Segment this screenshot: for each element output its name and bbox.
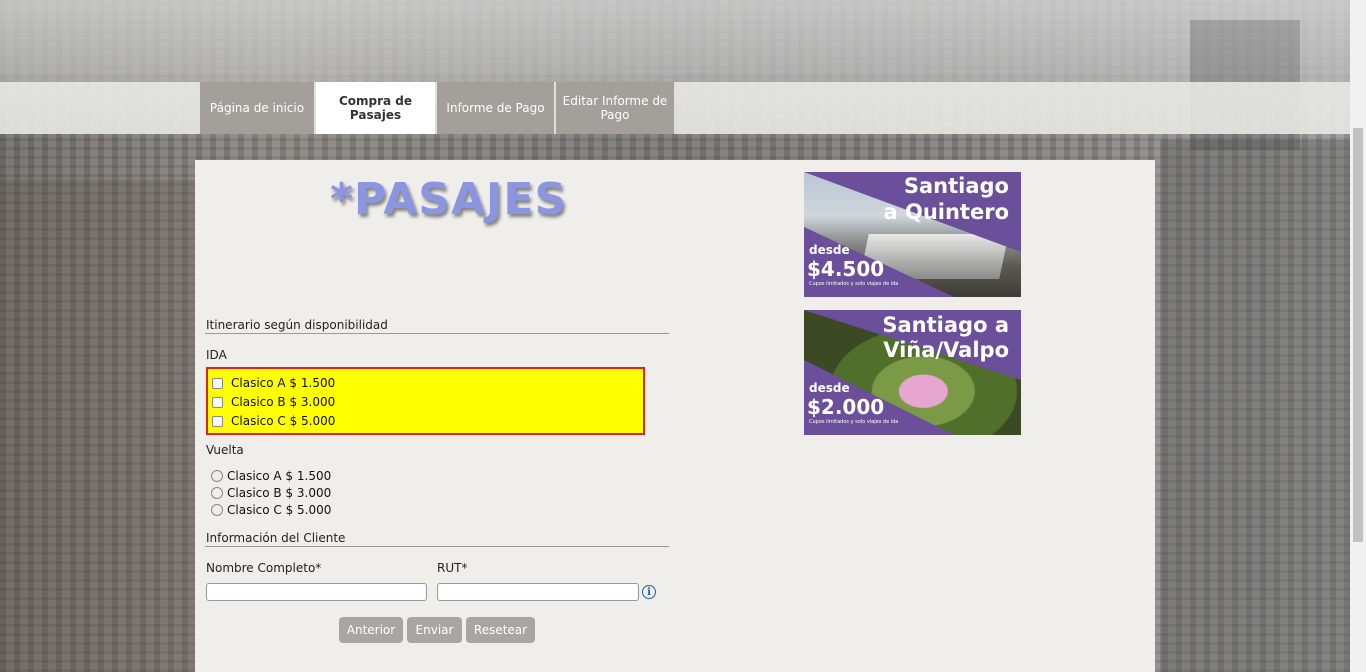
ida-option-b[interactable]: Clasico B $ 3.000 bbox=[212, 395, 335, 409]
section-divider bbox=[205, 546, 669, 547]
banner-desde: desde bbox=[809, 243, 850, 257]
resetear-button[interactable]: Resetear bbox=[466, 617, 535, 643]
option-label: Clasico B $ 3.000 bbox=[231, 395, 336, 409]
checkbox[interactable] bbox=[212, 415, 223, 427]
rut-label: RUT* bbox=[437, 561, 468, 575]
banner-fine-print: Cupos limitados y solo viajes de ida bbox=[809, 281, 899, 287]
background-building bbox=[1160, 140, 1350, 672]
vuelta-option-b[interactable]: Clasico B $ 3.000 bbox=[211, 486, 331, 500]
banner-title-line2: Viña/Valpo bbox=[883, 338, 1009, 362]
vuelta-option-a[interactable]: Clasico A $ 1.500 bbox=[211, 469, 331, 483]
banner-desde: desde bbox=[809, 381, 850, 395]
banner-title-line1: Santiago a bbox=[882, 313, 1009, 337]
option-label: Clasico C $ 5.000 bbox=[231, 414, 336, 428]
info-icon[interactable]: i bbox=[642, 585, 656, 599]
ida-option-a[interactable]: Clasico A $ 1.500 bbox=[212, 376, 335, 390]
option-label: Clasico C $ 5.000 bbox=[227, 503, 332, 517]
banner-title-line1: Santiago bbox=[903, 174, 1009, 198]
client-heading: Información del Cliente bbox=[206, 531, 346, 545]
radio-button[interactable] bbox=[211, 470, 223, 482]
banner-fine-print: Cupos limitados y solo viajes de ida bbox=[809, 419, 899, 425]
name-input[interactable] bbox=[206, 583, 427, 601]
page-scrollbar[interactable] bbox=[1350, 0, 1366, 672]
checkbox[interactable] bbox=[212, 396, 223, 408]
banner-title-line2: a Quintero bbox=[883, 200, 1010, 224]
anterior-button[interactable]: Anterior bbox=[339, 617, 403, 643]
vuelta-option-c[interactable]: Clasico C $ 5.000 bbox=[211, 503, 331, 517]
vuelta-label: Vuelta bbox=[206, 443, 244, 457]
banner-price: $2.000 bbox=[807, 395, 885, 419]
ida-option-c[interactable]: Clasico C $ 5.000 bbox=[212, 414, 335, 428]
main-nav: Página de inicio Compra de Pasajes Infor… bbox=[200, 82, 676, 134]
promo-banner-vina-valpo[interactable]: Santiago a Viña/Valpo desde $2.000 Cupos… bbox=[804, 310, 1021, 435]
option-label: Clasico A $ 1.500 bbox=[227, 469, 332, 483]
option-label: Clasico A $ 1.500 bbox=[231, 376, 336, 390]
checkbox[interactable] bbox=[212, 377, 223, 389]
nav-item-compra-pasajes[interactable]: Compra de Pasajes bbox=[316, 82, 435, 134]
radio-button[interactable] bbox=[211, 504, 223, 516]
nav-item-editar-informe[interactable]: Editar Informe de Pago bbox=[556, 82, 674, 134]
radio-button[interactable] bbox=[211, 487, 223, 499]
section-divider bbox=[205, 333, 669, 334]
nav-item-informe-pago[interactable]: Informe de Pago bbox=[437, 82, 554, 134]
itinerary-heading: Itinerario según disponibilidad bbox=[206, 318, 388, 332]
rut-input[interactable] bbox=[437, 583, 639, 601]
banner-price: $4.500 bbox=[807, 257, 885, 281]
scrollbar-thumb[interactable] bbox=[1353, 128, 1363, 542]
name-label: Nombre Completo* bbox=[206, 561, 322, 575]
option-label: Clasico B $ 3.000 bbox=[227, 486, 332, 500]
nav-item-home[interactable]: Página de inicio bbox=[200, 82, 314, 134]
ida-label: IDA bbox=[206, 348, 227, 362]
enviar-button[interactable]: Enviar bbox=[407, 617, 462, 643]
background-building bbox=[0, 180, 195, 672]
page-title: *PASAJES bbox=[330, 174, 568, 225]
promo-banner-quintero[interactable]: Santiago a Quintero desde $4.500 Cupos l… bbox=[804, 172, 1021, 297]
